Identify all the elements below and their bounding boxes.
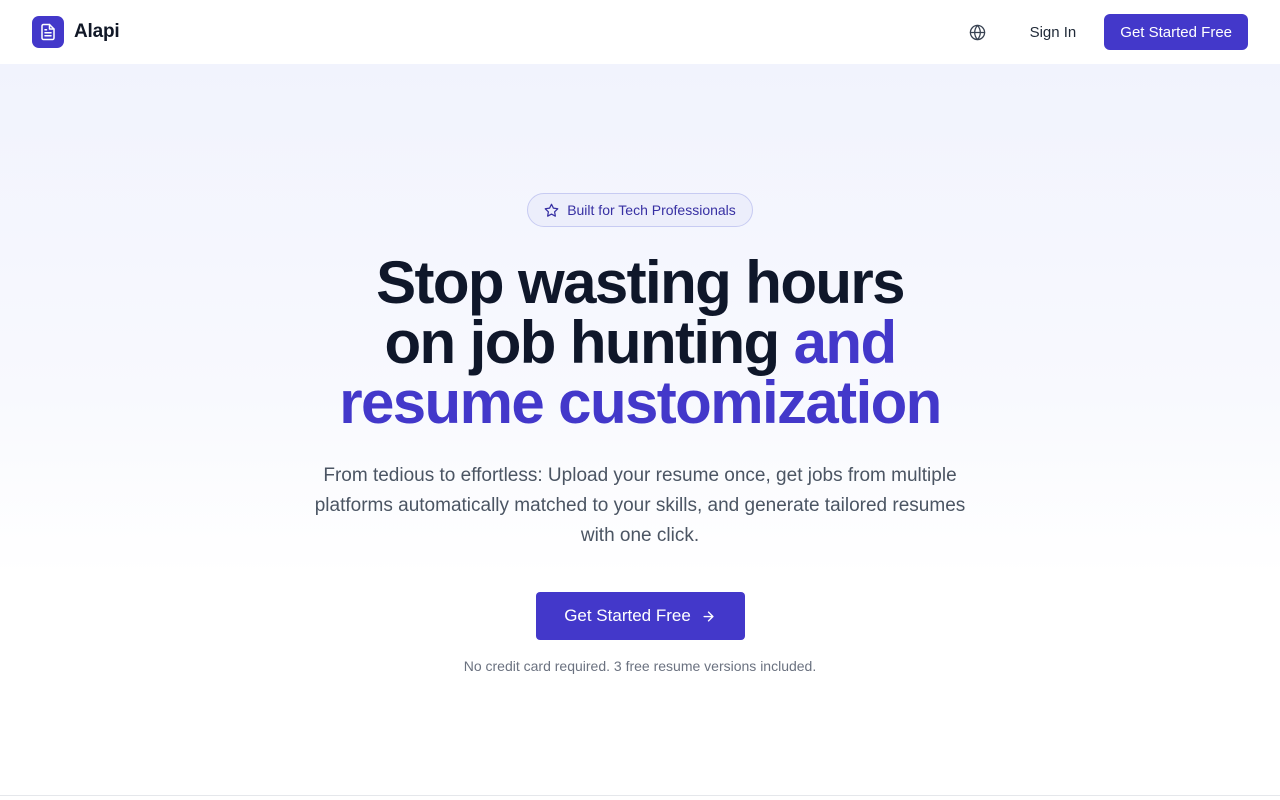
hero-badge: Built for Tech Professionals <box>527 193 753 227</box>
document-icon <box>41 23 55 41</box>
section-divider <box>0 795 1280 796</box>
arrow-right-icon <box>703 610 714 622</box>
top-navbar: Alapi Sign In Get Started Free <box>0 0 1280 64</box>
star-icon <box>544 203 559 217</box>
get-started-button-hero[interactable]: Get Started Free <box>535 592 745 640</box>
get-started-button-nav[interactable]: Get Started Free <box>1104 14 1248 50</box>
headline-accent-word: and <box>793 309 897 376</box>
headline-line-1: Stop wasting hours <box>376 249 905 316</box>
hero-section: Built for Tech Professionals Stop wastin… <box>0 64 1280 796</box>
headline-line-2: on job hunting <box>384 309 794 376</box>
logo <box>32 16 64 48</box>
badge-label: Built for Tech Professionals <box>567 202 736 218</box>
headline-line-3: resume customization <box>339 369 942 436</box>
cta-label: Get Started Free <box>564 606 691 625</box>
sign-in-button[interactable]: Sign In <box>1014 16 1093 49</box>
nav-actions: Sign In Get Started Free <box>960 14 1248 50</box>
globe-icon <box>969 24 986 40</box>
brand-name: Alapi <box>74 21 120 42</box>
hero-note: No credit card required. 3 free resume v… <box>463 658 817 674</box>
hero-headline: Stop wasting hours on job hunting and re… <box>339 253 942 436</box>
brand[interactable]: Alapi <box>32 16 120 48</box>
language-button[interactable] <box>960 14 996 50</box>
hero-subtext: From tedious to effortless: Upload your … <box>314 465 966 546</box>
